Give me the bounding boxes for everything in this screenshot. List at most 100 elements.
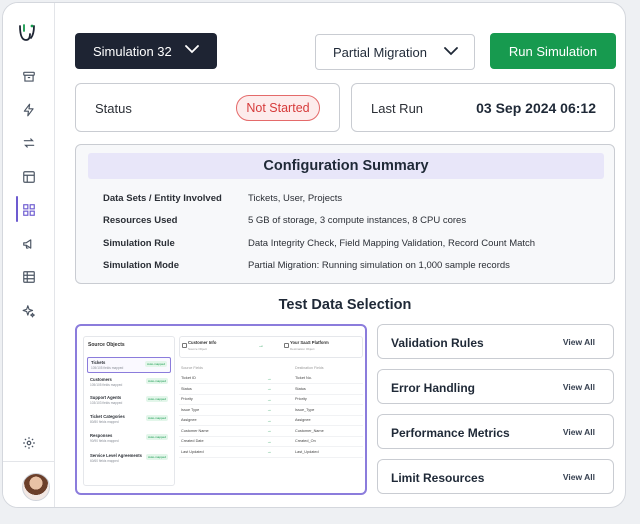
- destination-field: Customer_Name: [295, 428, 324, 433]
- sidebar-item-dashboard[interactable]: [17, 198, 41, 222]
- view-all-link[interactable]: View All: [563, 472, 595, 482]
- status-badge: Not Started: [236, 95, 320, 121]
- destination-field: Priority: [295, 397, 307, 401]
- run-simulation-button[interactable]: Run Simulation: [490, 33, 616, 69]
- test-data-preview[interactable]: Source Objects Tickets 105/105 fields ma…: [75, 324, 367, 495]
- validation-rules-card[interactable]: Validation Rules View All: [377, 324, 614, 359]
- source-object-name: Ticket Categories: [90, 414, 125, 419]
- arrow-right-icon: →: [267, 375, 272, 381]
- sidebar-item-archive[interactable]: [17, 65, 41, 89]
- sidebar-item-ai[interactable]: [17, 299, 41, 323]
- limit-resources-card[interactable]: Limit Resources View All: [377, 459, 614, 494]
- source-object-sub: 60/60 fields mapped: [90, 459, 119, 463]
- performance-metrics-card[interactable]: Performance Metrics View All: [377, 414, 614, 449]
- source-field: Status: [181, 386, 192, 391]
- table-icon: [23, 271, 35, 283]
- source-object-sub: 105/105 fields mapped: [90, 383, 123, 387]
- field-row-divider: [179, 435, 363, 437]
- configuration-summary-title: Configuration Summary: [88, 153, 604, 179]
- status-label: Status: [95, 101, 132, 116]
- field-row-divider: [179, 446, 363, 447]
- arrow-right-icon: →: [267, 417, 272, 423]
- config-key: Data Sets / Entity Involved: [103, 193, 222, 204]
- tile-title: Error Handling: [391, 381, 476, 395]
- tile-title: Performance Metrics: [391, 426, 510, 440]
- field-row-divider: [179, 456, 363, 458]
- last-run-card: Last Run 03 Sep 2024 06:12: [351, 83, 615, 132]
- error-handling-card[interactable]: Error Handling View All: [377, 369, 614, 404]
- source-object-item[interactable]: Customers 105/105 fields mapped Auto-map…: [87, 375, 171, 391]
- view-all-link[interactable]: View All: [563, 382, 595, 392]
- source-object-name: Support Agents: [90, 395, 122, 400]
- simulation-select[interactable]: Simulation 32: [75, 33, 217, 69]
- sidebar-item-announcements[interactable]: [17, 232, 41, 256]
- auto-mapped-badge: Auto-mapped: [145, 434, 168, 440]
- source-object-item[interactable]: Tickets 105/105 fields mapped Auto-mappe…: [87, 357, 171, 373]
- dest-entity-sub: Destination Object: [290, 347, 315, 351]
- config-key: Simulation Rule: [103, 238, 175, 249]
- source-object-item[interactable]: Responses 90/90 fields mapped Auto-mappe…: [87, 431, 171, 447]
- chevron-down-icon: [185, 45, 199, 54]
- source-object-name: Customers: [90, 377, 112, 382]
- source-field: Customer Name: [181, 428, 209, 433]
- entity-icon: [284, 343, 289, 348]
- last-run-label: Last Run: [371, 101, 424, 116]
- arrow-right-icon: →: [258, 343, 264, 349]
- config-value: Partial Migration: Running simulation on…: [248, 260, 510, 271]
- layout-icon: [23, 171, 35, 183]
- arrow-right-icon: →: [267, 449, 272, 454]
- sidebar-item-tables[interactable]: [17, 265, 41, 289]
- app-frame: Simulation 32 Partial Migration Run Simu…: [0, 0, 640, 524]
- dest-entity-name: Your SaaS Platform: [290, 340, 329, 345]
- chevron-down-icon: [444, 47, 458, 56]
- sidebar-item-activity[interactable]: [17, 98, 41, 122]
- entity-mapping-header: Customer Info Source Object → Your SaaS …: [179, 336, 363, 358]
- arrow-right-icon: →: [267, 407, 272, 412]
- app-window: Simulation 32 Partial Migration Run Simu…: [2, 2, 626, 508]
- source-object-name: Tickets: [91, 360, 106, 365]
- view-all-link[interactable]: View All: [563, 337, 595, 347]
- destination-field: Created_On: [295, 439, 316, 443]
- source-object-item[interactable]: Service Level Agreements 60/60 fields ma…: [87, 451, 171, 467]
- sidebar-item-migration[interactable]: [17, 131, 41, 155]
- gear-icon: [23, 437, 35, 449]
- source-field: Ticket ID: [181, 376, 196, 380]
- source-object-sub: 90/90 fields mapped: [90, 439, 119, 443]
- tile-title: Limit Resources: [391, 471, 485, 485]
- source-object-item[interactable]: Support Agents 103/103 fields mapped Aut…: [87, 393, 171, 409]
- source-field: Priority: [181, 397, 193, 401]
- megaphone-icon: [23, 239, 32, 249]
- sidebar-item-settings[interactable]: [17, 431, 41, 455]
- test-data-selection-title: Test Data Selection: [278, 297, 412, 313]
- lightning-icon: [23, 103, 34, 117]
- field-row-divider: [179, 414, 363, 416]
- dest-fields-header: Destination Fields: [295, 366, 324, 370]
- source-fields-header: Source Fields: [181, 366, 203, 370]
- destination-field: Status: [295, 386, 306, 391]
- source-field: Issue Type: [181, 407, 200, 412]
- mode-select[interactable]: Partial Migration: [315, 34, 475, 70]
- source-object-sub: 80/80 fields mapped: [90, 420, 119, 424]
- auto-mapped-badge: Auto-mapped: [145, 378, 168, 384]
- arrow-right-icon: →: [267, 386, 272, 391]
- sidebar: [3, 3, 55, 507]
- last-run-value: 03 Sep 2024 06:12: [476, 100, 596, 116]
- auto-mapped-badge: Auto-mapped: [145, 454, 168, 460]
- tile-title: Validation Rules: [391, 336, 484, 350]
- config-key: Resources Used: [103, 215, 178, 226]
- field-row-divider: [179, 393, 363, 395]
- field-row-divider: [179, 383, 363, 384]
- avatar[interactable]: [22, 473, 50, 501]
- source-object-name: Service Level Agreements: [90, 453, 142, 458]
- sidebar-divider: [3, 461, 55, 462]
- source-entity-name: Customer Info: [188, 340, 217, 345]
- view-all-link[interactable]: View All: [563, 427, 595, 437]
- destination-field: Ticket No.: [295, 376, 312, 380]
- source-object-item[interactable]: Ticket Categories 80/80 fields mapped Au…: [87, 412, 171, 428]
- entity-icon: [182, 343, 187, 348]
- arrow-right-icon: →: [267, 396, 272, 402]
- sidebar-item-layout[interactable]: [17, 165, 41, 189]
- source-object-sub: 103/103 fields mapped: [90, 401, 123, 405]
- simulation-select-label: Simulation 32: [93, 43, 172, 59]
- logo-icon[interactable]: [15, 21, 39, 45]
